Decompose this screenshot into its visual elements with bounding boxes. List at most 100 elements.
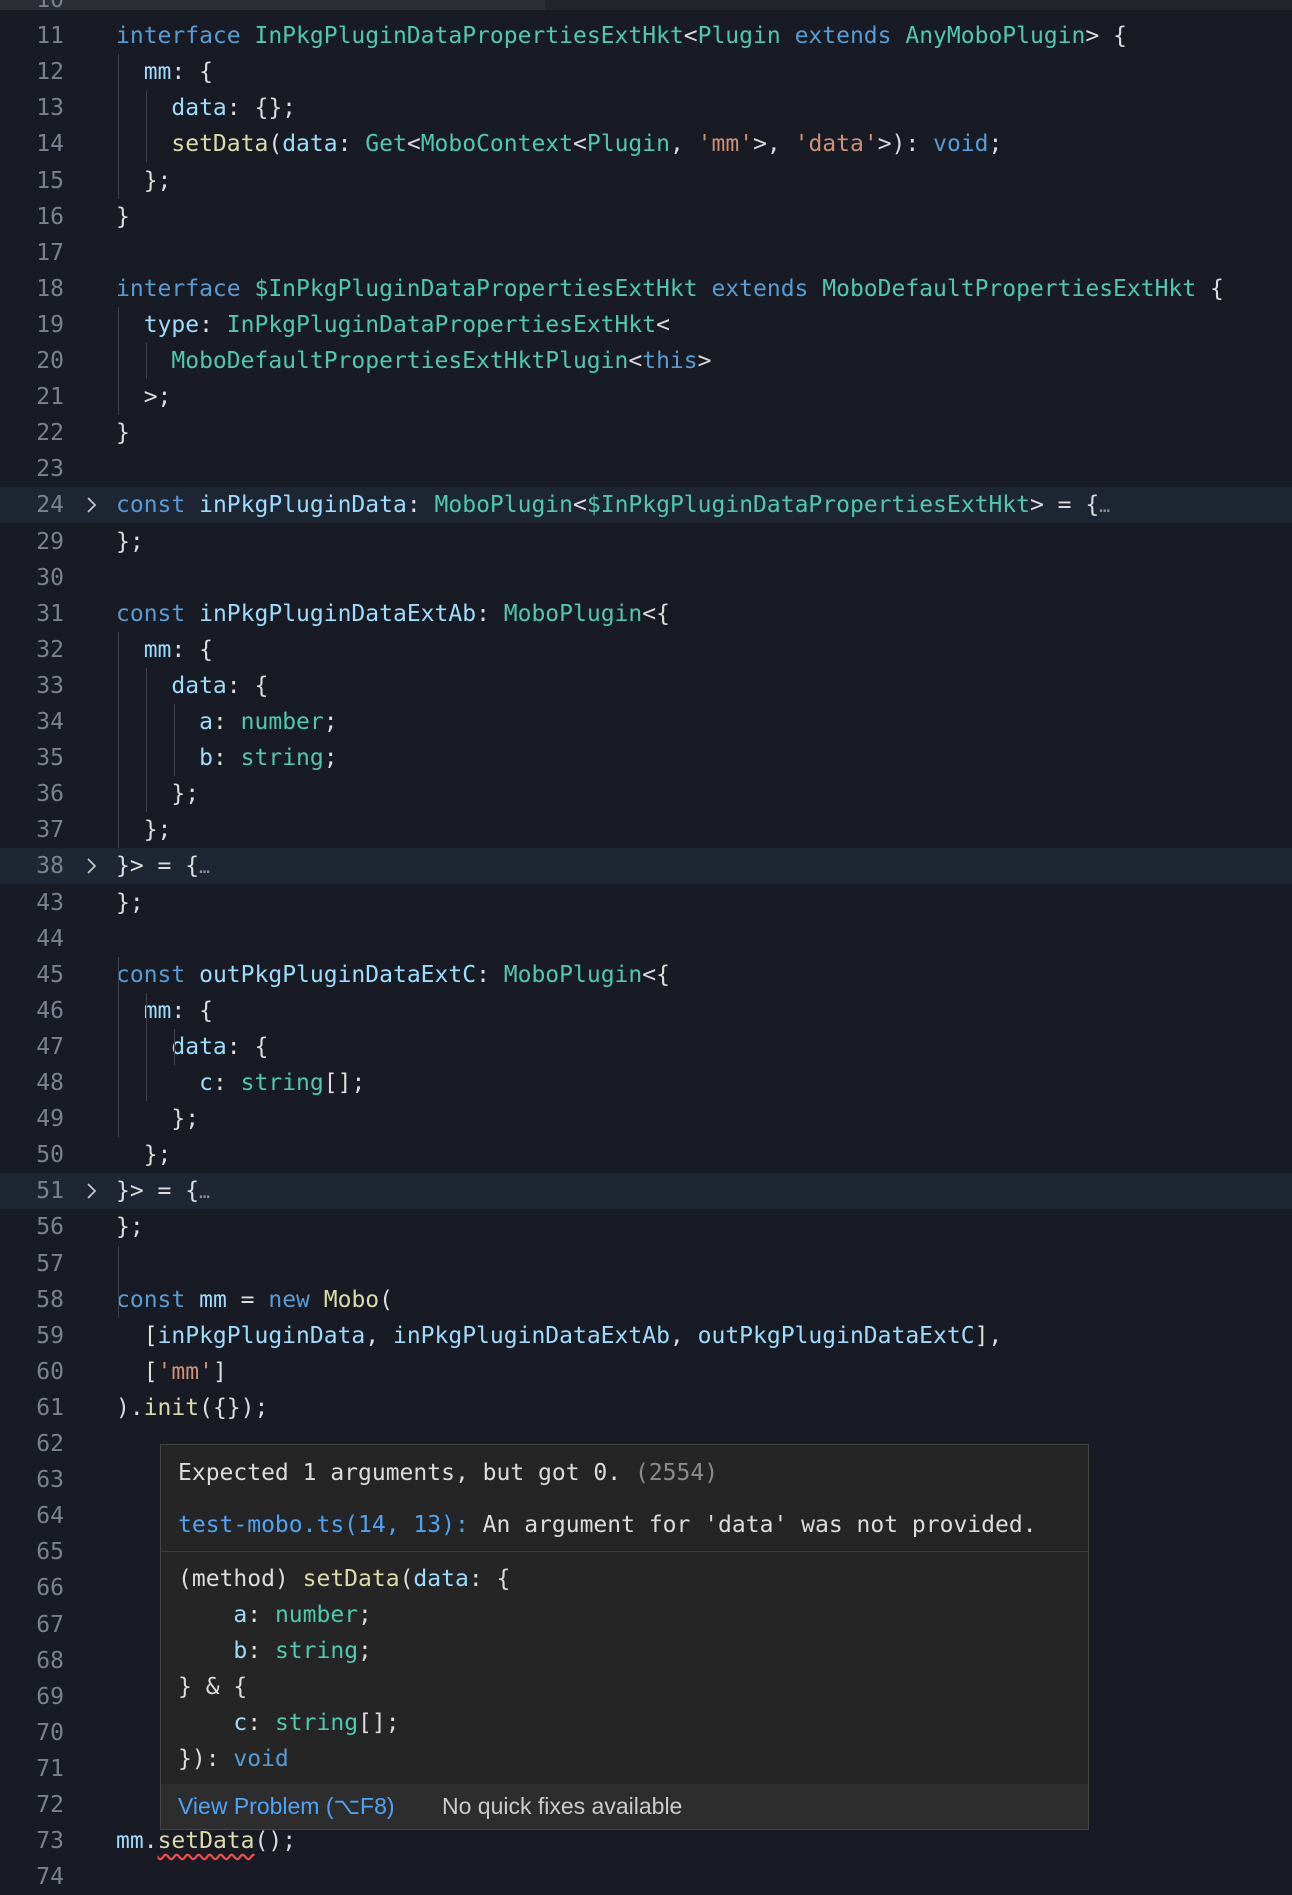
code-punctuation: }; <box>116 1106 200 1133</box>
code-identifier: type <box>143 311 200 338</box>
code-line[interactable]: 43}; <box>0 885 1292 921</box>
code-line[interactable]: 29}; <box>0 524 1292 560</box>
code-punctuation: . <box>143 1828 158 1855</box>
code-line[interactable]: 18 interface $InPkgPluginDataPropertiesEx… <box>0 271 1292 307</box>
code-keyword: const <box>116 1286 186 1313</box>
code-keyword: void <box>933 131 989 158</box>
code-line[interactable]: 48 c: string[]; <box>0 1065 1292 1101</box>
code-text: const inPkgPluginDataExtAb: MoboPlugin<{ <box>116 596 670 632</box>
code-line[interactable]: 17 <box>0 235 1292 271</box>
code-punctuation <box>185 492 199 518</box>
view-problem-link[interactable]: View Problem (⌥F8) <box>178 1784 395 1829</box>
code-line[interactable]: 32 mm: { <box>0 632 1292 668</box>
code-line[interactable]: 13 data: {}; <box>0 90 1292 126</box>
code-punctuation <box>185 601 199 627</box>
line-number: 50 <box>36 1142 64 1169</box>
code-punctuation <box>116 998 144 1024</box>
chevron-right-icon[interactable] <box>85 487 97 523</box>
code-line[interactable]: 45 const outPkgPluginDataExtC: MoboPlugin… <box>0 957 1292 993</box>
code-punctuation: >, <box>753 131 795 158</box>
error-squiggle-token[interactable]: setData <box>158 1828 255 1854</box>
code-line[interactable]: 20 MoboDefaultPropertiesExtHktPlugin<thi… <box>0 343 1292 379</box>
code-type: AnyMoboPlugin <box>905 23 1086 50</box>
code-string: 'data' <box>794 131 878 158</box>
chevron-right-icon[interactable] <box>85 848 97 884</box>
code-punctuation: ; <box>323 709 338 735</box>
code-line[interactable]: 31 const inPkgPluginDataExtAb: MoboPlugin… <box>0 596 1292 632</box>
code-text: }; <box>116 1209 144 1245</box>
code-punctuation: [ <box>116 1322 158 1349</box>
code-line[interactable]: 46 mm: { <box>0 993 1292 1029</box>
code-line[interactable]: 59 [inPkgPluginData, inPkgPluginDataExtA… <box>0 1318 1292 1354</box>
code-punctuation: ; <box>323 745 338 772</box>
code-line[interactable]: 47 data: { <box>0 1029 1292 1065</box>
code-punctuation: ], <box>974 1322 1003 1349</box>
code-type: Plugin <box>697 23 781 50</box>
code-text: [inPkgPluginData, inPkgPluginDataExtAb, … <box>116 1318 1003 1354</box>
code-line[interactable]: 23 <box>0 451 1292 487</box>
line-number: 48 <box>36 1070 64 1096</box>
code-line[interactable]: 37 }; <box>0 812 1292 848</box>
code-line[interactable]: 44 <box>0 921 1292 957</box>
code-line[interactable]: 35 b: string; <box>0 740 1292 776</box>
code-type: MoboDefaultPropertiesExtHktPlugin <box>171 348 629 374</box>
code-line[interactable]: 38}> = {… <box>0 848 1292 885</box>
indent-guide <box>145 992 147 1102</box>
code-punctuation: ({}); <box>199 1394 269 1421</box>
code-line[interactable]: 15 }; <box>0 163 1292 199</box>
signature-line: c: string[]; <box>178 1705 399 1741</box>
error-code: (2554) <box>634 1460 719 1486</box>
code-line[interactable]: 61).init({}); <box>0 1390 1292 1426</box>
code-line[interactable]: 12 mm: { <box>0 54 1292 90</box>
code-identifier: data <box>413 1566 469 1592</box>
code-line[interactable]: 56}; <box>0 1209 1292 1245</box>
code-text: mm: { <box>116 632 213 668</box>
code-keyword: extends <box>794 23 892 50</box>
code-line[interactable]: 24 const inPkgPluginData: MoboPlugin<$InP… <box>0 487 1292 524</box>
code-identifier: mm <box>116 1828 144 1855</box>
code-line[interactable]: 58 const mm = new Mobo( <box>0 1282 1292 1318</box>
code-identifier: data <box>282 131 338 158</box>
code-line[interactable]: 16} <box>0 199 1292 235</box>
code-type: MoboPlugin <box>434 492 574 519</box>
code-text: data: {}; <box>116 90 296 126</box>
code-text: }; <box>116 776 199 812</box>
code-keyword: interface <box>116 23 241 50</box>
code-line[interactable]: 14 setData(data: Get<MoboContext<Plugin,… <box>0 126 1292 162</box>
code-text: }; <box>116 885 144 921</box>
code-line[interactable]: 74 <box>0 1859 1292 1895</box>
line-number: 15 <box>36 167 64 194</box>
code-line[interactable]: 30 <box>0 560 1292 596</box>
code-identifier: data <box>171 672 227 699</box>
code-line[interactable]: 57 <box>0 1246 1292 1282</box>
code-line[interactable]: 21 >; <box>0 379 1292 415</box>
chevron-right-icon[interactable] <box>85 1173 97 1209</box>
code-line[interactable]: 34 a: number; <box>0 704 1292 740</box>
code-line[interactable]: 50 }; <box>0 1137 1292 1173</box>
code-line[interactable]: 22} <box>0 415 1292 451</box>
code-punctuation <box>185 1287 199 1313</box>
code-line[interactable]: 36 }; <box>0 776 1292 812</box>
code-punctuation: ( <box>399 1566 414 1592</box>
code-line[interactable]: 10 <box>0 0 1292 18</box>
code-function: setData <box>171 131 269 158</box>
code-text: a: number; <box>116 704 338 740</box>
code-punctuation: : { <box>171 636 213 663</box>
code-line[interactable]: 33 data: { <box>0 668 1292 704</box>
code-punctuation: } <box>116 420 130 447</box>
line-number: 34 <box>36 709 64 735</box>
code-identifier: b <box>233 1638 248 1664</box>
code-line[interactable]: 51}> = {… <box>0 1173 1292 1210</box>
code-punctuation: , <box>669 1322 698 1349</box>
code-text: b: string; <box>116 740 338 776</box>
line-number: 12 <box>36 59 64 86</box>
code-line[interactable]: 11 interface InPkgPluginDataPropertiesExt… <box>0 18 1292 54</box>
related-location-link[interactable]: test-mobo.ts(14, 13): <box>178 1512 469 1538</box>
code-punctuation: }> = { <box>116 853 200 880</box>
line-number: 17 <box>36 239 64 266</box>
code-line[interactable]: 60 ['mm'] <box>0 1354 1292 1390</box>
code-line[interactable]: 49 }; <box>0 1101 1292 1137</box>
code-line[interactable]: 19 type: InPkgPluginDataPropertiesExtHkt… <box>0 307 1292 343</box>
code-function: init <box>143 1394 200 1421</box>
code-punctuation: : <box>212 709 241 735</box>
